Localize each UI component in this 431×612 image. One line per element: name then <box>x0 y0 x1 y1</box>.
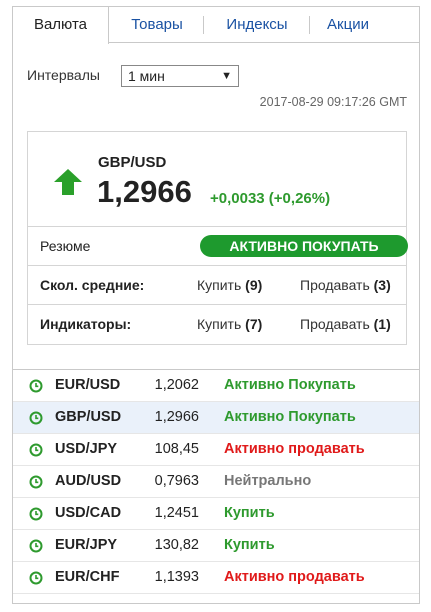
pair-symbol: USD/CAD <box>55 505 122 521</box>
resume-label: Резюме <box>40 238 91 254</box>
pair-value: 1,2966 <box>154 409 199 425</box>
pair-value: 130,82 <box>154 537 199 553</box>
pair-value: 1,1393 <box>154 569 199 585</box>
pair-symbol: GBP/USD <box>55 409 122 425</box>
summary-change: +0,0033 (+0,26%) <box>210 190 331 207</box>
moving-averages-label: Скол. средние: <box>40 277 145 293</box>
ind-sell-label: Продавать <box>300 316 370 332</box>
pair-signal: Активно Покупать <box>224 409 356 425</box>
clock-icon <box>29 443 43 457</box>
pair-value: 1,2451 <box>154 505 199 521</box>
pair-signal: Активно продавать <box>224 569 365 585</box>
ma-sell-label: Продавать <box>300 277 370 293</box>
ind-buy-label: Купить <box>197 316 242 332</box>
ma-sell: Продавать (3) <box>300 277 391 293</box>
pair-signal: Купить <box>224 505 275 521</box>
pair-row[interactable]: AUD/USD 0,7963 Нейтрально <box>13 466 419 498</box>
clock-icon <box>29 539 43 553</box>
pair-symbol: AUD/USD <box>55 473 122 489</box>
summary-price: 1,2966 <box>97 174 192 209</box>
summary-header: GBP/USD 1,2966 +0,0033 (+0,26%) <box>28 132 406 226</box>
moving-averages-row: Скол. средние: Купить (9) Продавать (3) <box>28 265 406 303</box>
tab-stocks[interactable]: Акции <box>313 7 383 43</box>
pair-value: 1,2062 <box>154 377 199 393</box>
clock-icon <box>29 571 43 585</box>
interval-selected-value: 1 мин <box>128 68 165 84</box>
pair-row[interactable]: EUR/JPY 130,82 Купить <box>13 530 419 562</box>
interval-select[interactable]: 1 мин ▼ <box>121 65 239 87</box>
ma-buy-count: (9) <box>245 277 263 293</box>
pair-symbol: USD/JPY <box>55 441 118 457</box>
tab-separator <box>309 16 310 34</box>
clock-icon <box>29 411 43 425</box>
summary-pair-name: GBP/USD <box>98 154 167 171</box>
ma-buy-label: Купить <box>197 277 242 293</box>
up-arrow-icon <box>54 169 82 195</box>
ind-buy: Купить (7) <box>197 316 262 332</box>
summary-box: GBP/USD 1,2966 +0,0033 (+0,26%) Резюме А… <box>27 131 408 345</box>
timestamp: 2017-08-29 09:17:26 GMT <box>259 95 407 109</box>
pair-row[interactable]: EUR/USD 1,2062 Активно Покупать <box>13 370 419 402</box>
pair-value: 0,7963 <box>154 473 199 489</box>
pair-signal: Нейтрально <box>224 473 312 489</box>
interval-label: Интервалы <box>27 67 100 83</box>
pair-value: 108,45 <box>154 441 199 457</box>
clock-icon <box>29 475 43 489</box>
dropdown-arrow-icon: ▼ <box>221 70 232 82</box>
pair-row[interactable]: USD/CAD 1,2451 Купить <box>13 498 419 530</box>
pair-row[interactable]: GBP/USD 1,2966 Активно Покупать <box>13 402 419 434</box>
pair-symbol: EUR/USD <box>55 377 121 393</box>
indicators-label: Индикаторы: <box>40 316 132 332</box>
indicators-row: Индикаторы: Купить (7) Продавать (1) <box>28 304 406 342</box>
ind-sell-count: (1) <box>373 316 391 332</box>
ma-buy: Купить (9) <box>197 277 262 293</box>
resume-row: Резюме АКТИВНО ПОКУПАТЬ <box>28 226 408 264</box>
pair-row[interactable]: USD/JPY 108,45 Активно продавать <box>13 434 419 466</box>
tab-currency[interactable]: Валюта <box>13 7 109 44</box>
pair-row[interactable]: EUR/CHF 1,1393 Активно продавать <box>13 562 419 594</box>
tab-bar: Валюта Товары Индексы Акции <box>13 7 419 44</box>
pair-signal: Купить <box>224 537 275 553</box>
pair-list: EUR/USD 1,2062 Активно Покупать GBP/USD 1,29… <box>13 369 419 594</box>
pair-symbol: EUR/JPY <box>55 537 118 553</box>
pair-symbol: EUR/CHF <box>55 569 120 585</box>
technical-summary-widget: Валюта Товары Индексы Акции Интервалы 1 … <box>12 6 420 604</box>
pair-signal: Активно Покупать <box>224 377 356 393</box>
ma-sell-count: (3) <box>373 277 391 293</box>
ind-buy-count: (7) <box>245 316 263 332</box>
clock-icon <box>29 379 43 393</box>
tab-commodities[interactable]: Товары <box>113 7 201 43</box>
clock-icon <box>29 507 43 521</box>
tab-separator <box>203 16 204 34</box>
ind-sell: Продавать (1) <box>300 316 391 332</box>
pair-signal: Активно продавать <box>224 441 365 457</box>
tab-indices[interactable]: Индексы <box>207 7 307 43</box>
resume-signal-badge: АКТИВНО ПОКУПАТЬ <box>200 235 408 257</box>
